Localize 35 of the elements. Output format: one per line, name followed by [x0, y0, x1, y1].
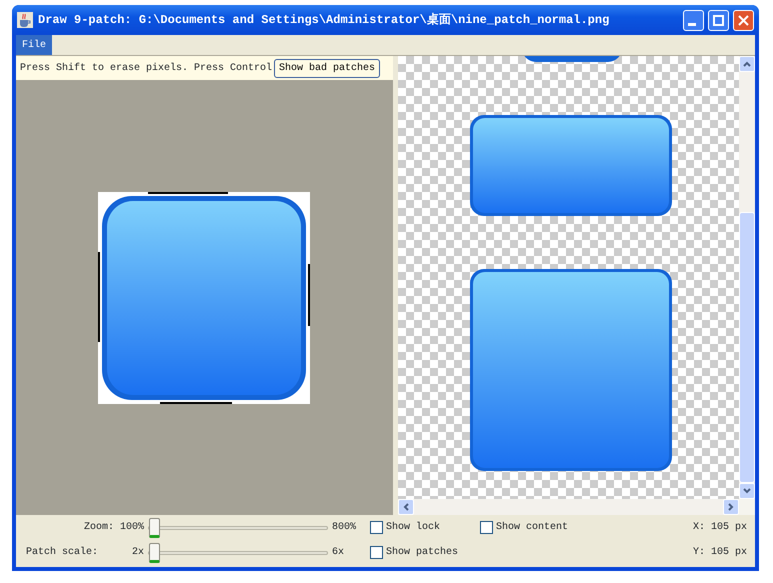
show-bad-patches-button[interactable]: Show bad patches	[274, 58, 380, 78]
y-coordinate: Y: 105 px	[692, 546, 747, 560]
checkbox[interactable]: Show content	[480, 520, 667, 535]
minimize-icon	[688, 22, 696, 26]
slider-min-label: 2x	[130, 546, 145, 560]
maximize-icon	[713, 14, 724, 26]
window-title: Draw 9-patch: G:\Documents and Settings\Administrator\桌面\nine_patch_normal.png	[38, 12, 610, 29]
vertical-scrollbar[interactable]	[739, 56, 755, 499]
slider-thumb[interactable]	[149, 542, 160, 562]
scroll-thumb[interactable]	[739, 212, 755, 483]
chevron-down-icon	[743, 488, 751, 494]
horizontal-scrollbar[interactable]	[398, 499, 739, 515]
scroll-down-button[interactable]	[739, 483, 755, 499]
menu-item[interactable]: File	[16, 35, 52, 55]
chevron-up-icon	[743, 61, 751, 67]
minimize-button[interactable]	[683, 10, 704, 30]
close-icon	[738, 14, 749, 26]
maximize-button[interactable]	[708, 10, 729, 30]
scroll-left-button[interactable]	[398, 499, 414, 515]
zoom-label: Zoom:	[82, 521, 115, 535]
checkbox[interactable]: Show lock	[370, 520, 480, 535]
slider-max-label: 800%	[331, 521, 358, 535]
hint-text: Press Shift to erase pixels. Press Control	[20, 62, 272, 76]
checkbox[interactable]: Show patches	[370, 545, 480, 560]
slider-min-label: 100%	[118, 521, 145, 535]
slider-max-label: 6x	[331, 546, 346, 560]
patch-scale-label: Patch scale:	[25, 546, 100, 560]
scroll-up-button[interactable]	[739, 56, 755, 72]
chevron-right-icon	[728, 503, 734, 511]
close-button[interactable]	[733, 10, 754, 30]
x-coordinate: X: 105 px	[692, 521, 747, 535]
slider-thumb[interactable]	[149, 518, 160, 538]
scroll-right-button[interactable]	[723, 499, 739, 515]
chevron-left-icon	[403, 503, 409, 511]
coffee-cup-icon	[17, 12, 33, 28]
